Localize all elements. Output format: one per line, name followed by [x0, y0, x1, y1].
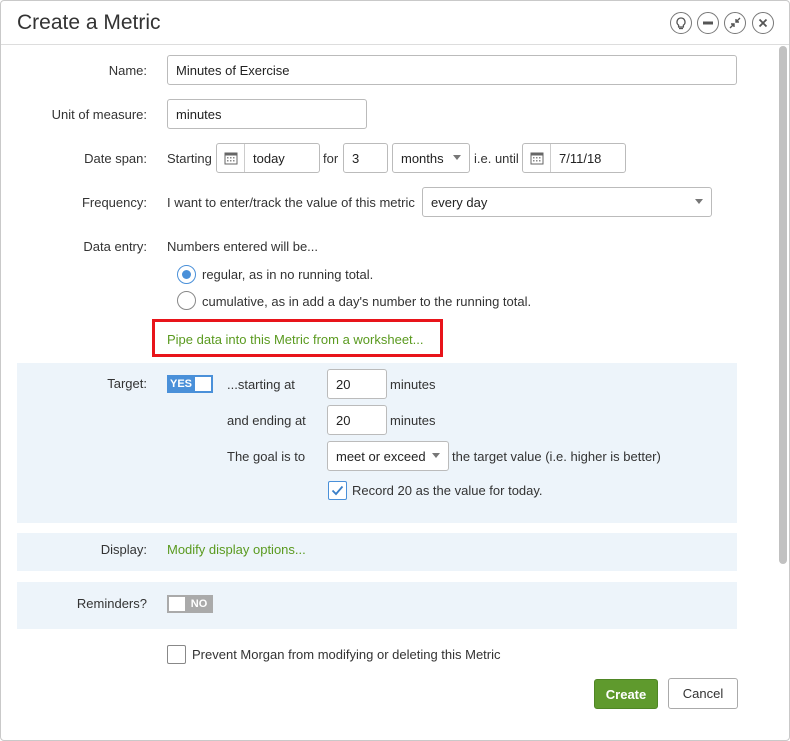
date-span-label: Date span: — [84, 151, 147, 166]
calendar-icon[interactable] — [217, 144, 245, 172]
starting-text: Starting — [167, 151, 212, 166]
target-ending-text: and ending at — [227, 413, 306, 428]
toggle-no-label: NO — [185, 595, 213, 613]
name-value: Minutes of Exercise — [176, 62, 290, 78]
goal-value: meet or exceed — [336, 448, 426, 464]
unit-value: minutes — [176, 106, 222, 122]
reminders-toggle[interactable]: NO — [167, 595, 213, 613]
target-end-input[interactable]: 20 — [327, 405, 387, 435]
toggle-knob — [167, 595, 185, 613]
start-date-value: today — [253, 150, 285, 166]
name-input[interactable]: Minutes of Exercise — [167, 55, 737, 85]
radio-cumulative[interactable] — [177, 291, 196, 310]
for-text: for — [323, 151, 339, 166]
frequency-select[interactable]: every day — [422, 187, 712, 217]
reminders-label: Reminders? — [76, 596, 147, 611]
pipe-data-link[interactable]: Pipe data into this Metric from a worksh… — [167, 332, 424, 347]
display-options-link[interactable]: Modify display options... — [167, 542, 306, 557]
period-value: months — [401, 150, 444, 166]
goal-suffix: the target value (i.e. higher is better) — [452, 449, 661, 464]
create-metric-dialog: Create a Metric Name: Minutes of Exercis… — [0, 0, 790, 741]
until-text: i.e. until — [474, 151, 519, 166]
cancel-button[interactable]: Cancel — [668, 678, 738, 709]
collapse-icon[interactable] — [724, 12, 746, 34]
target-start-input[interactable]: 20 — [327, 369, 387, 399]
display-label: Display: — [100, 542, 147, 557]
chevron-down-icon — [695, 199, 703, 204]
radio-regular-label: regular, as in no running total. — [202, 267, 374, 282]
toggle-knob — [195, 375, 213, 393]
close-icon[interactable] — [752, 12, 774, 34]
goal-select[interactable]: meet or exceed — [327, 441, 449, 471]
chevron-down-icon — [453, 155, 461, 160]
duration-input[interactable]: 3 — [343, 143, 388, 173]
frequency-prefix: I want to enter/track the value of this … — [167, 195, 415, 210]
duration-value: 3 — [352, 150, 360, 166]
target-starting-text: ...starting at — [227, 377, 295, 392]
prevent-label: Prevent Morgan from modifying or deletin… — [192, 647, 501, 662]
unit-label: Unit of measure: — [51, 107, 147, 122]
dialog-titlebar: Create a Metric — [1, 1, 789, 45]
target-end-unit: minutes — [390, 413, 436, 428]
data-entry-label: Data entry: — [83, 239, 147, 254]
target-end-value: 20 — [336, 412, 351, 428]
target-label: Target: — [107, 376, 147, 391]
radio-cumulative-label: cumulative, as in add a day's number to … — [202, 294, 532, 309]
data-entry-intro: Numbers entered will be... — [167, 239, 319, 254]
end-date-value: 7/11/18 — [559, 150, 602, 166]
name-label: Name: — [108, 63, 147, 78]
unit-input[interactable]: minutes — [167, 99, 367, 129]
chevron-down-icon — [432, 453, 440, 458]
target-start-value: 20 — [336, 376, 351, 392]
frequency-value: every day — [431, 194, 488, 210]
checkmark-icon — [331, 485, 344, 496]
frequency-label: Frequency: — [81, 195, 147, 210]
period-select[interactable]: months — [392, 143, 470, 173]
radio-regular[interactable] — [177, 265, 196, 284]
record-label: Record 20 as the value for today. — [352, 483, 543, 498]
end-date-input[interactable]: 7/11/18 — [522, 143, 626, 173]
target-start-unit: minutes — [390, 377, 436, 392]
lightbulb-icon[interactable] — [670, 12, 692, 34]
calendar-icon[interactable] — [523, 144, 551, 172]
minimize-icon[interactable] — [697, 12, 719, 34]
start-date-input[interactable]: today — [216, 143, 320, 173]
scrollbar[interactable] — [777, 46, 789, 740]
goal-text: The goal is to — [227, 449, 306, 464]
create-button[interactable]: Create — [594, 679, 658, 709]
target-toggle[interactable]: YES — [167, 375, 213, 393]
dialog-title: Create a Metric — [17, 11, 161, 34]
scrollbar-thumb[interactable] — [779, 46, 787, 564]
prevent-checkbox[interactable] — [167, 645, 186, 664]
toggle-yes-label: YES — [167, 375, 195, 393]
record-checkbox[interactable] — [328, 481, 347, 500]
